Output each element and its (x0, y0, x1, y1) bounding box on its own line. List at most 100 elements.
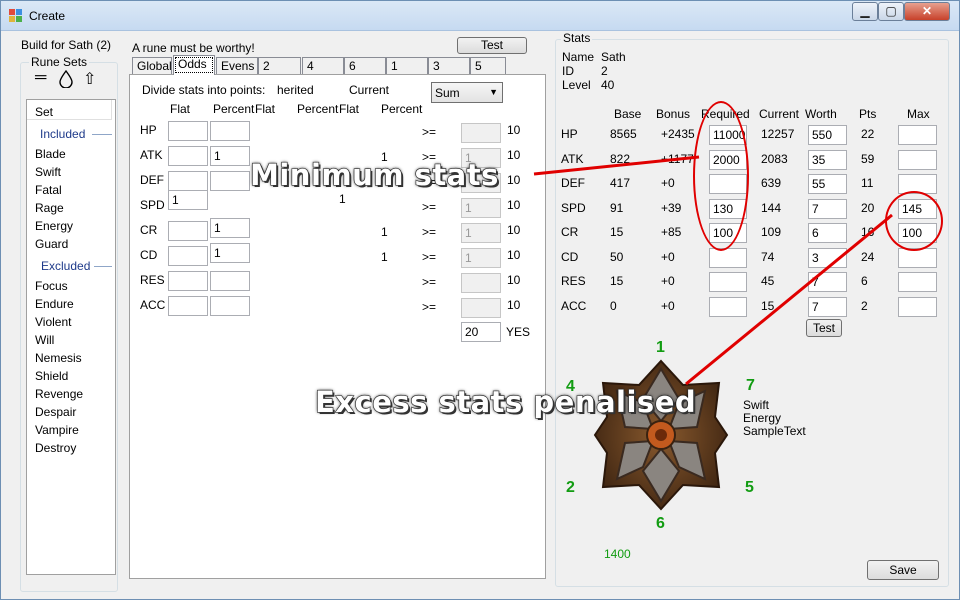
rune-set-item-rage[interactable]: Rage (35, 201, 64, 215)
rune-set-item-violent[interactable]: Violent (35, 315, 71, 329)
bonus-res: +0 (661, 274, 675, 288)
required-highlight (693, 101, 749, 251)
col-percent-1: Percent (213, 102, 255, 116)
flat-input-atk[interactable] (168, 146, 208, 166)
tab-odds[interactable]: Odds (173, 55, 215, 75)
stat-label-atk: ATK (140, 148, 163, 162)
rune-set-item-destroy[interactable]: Destroy (35, 441, 76, 455)
header-bonus: Bonus (656, 107, 691, 121)
bonus-atk: +1177 (661, 151, 694, 166)
rune-set-item-focus[interactable]: Focus (35, 279, 68, 293)
pts-atk: 59 (861, 151, 875, 166)
rune-set-item-endure[interactable]: Endure (35, 297, 74, 311)
rune-set-item-fatal[interactable]: Fatal (35, 183, 62, 197)
operator-hp: >= (422, 125, 437, 139)
worth-input-cd[interactable]: 3 (808, 247, 847, 268)
rune-set-item-swift[interactable]: Swift (35, 165, 61, 179)
col-percent-2: Percent (297, 102, 339, 116)
max-input-acc[interactable] (898, 296, 937, 317)
minimize-button[interactable]: ▁ (852, 2, 878, 21)
tab-global[interactable]: Global (132, 57, 172, 74)
stat-name-atk: ATK (561, 151, 584, 166)
bonus-hp: +2435 (661, 127, 695, 141)
base-cr: 15 (610, 225, 624, 239)
percent-input-def[interactable] (210, 171, 250, 191)
tab-1[interactable]: 1 (386, 57, 428, 74)
rune-set-item-guard[interactable]: Guard (35, 237, 68, 251)
total-points-value: 1400 (604, 547, 631, 561)
worth-input-def[interactable]: 55 (808, 174, 847, 194)
stat-label-cd: CD (140, 248, 158, 262)
flat-input-hp[interactable] (168, 121, 208, 141)
tab-3[interactable]: 3 (428, 57, 470, 74)
stat-name-hp: HP (561, 127, 578, 141)
stat-label-hp: HP (140, 123, 157, 137)
tab-2[interactable]: 2 (258, 57, 301, 74)
base-res: 15 (610, 274, 624, 288)
flat-input-cd[interactable] (168, 246, 208, 266)
rune-set-item-will[interactable]: Will (35, 333, 54, 347)
drop-icon[interactable] (59, 69, 73, 93)
rune-set-item-revenge[interactable]: Revenge (35, 387, 83, 401)
threshold-value-acc: 10 (507, 298, 521, 312)
min-stats-annotation: Minimum stats (249, 157, 499, 192)
percent-input-hp[interactable] (210, 121, 250, 141)
worth-input-acc[interactable]: 7 (808, 296, 847, 317)
threshold-box-acc (461, 298, 501, 318)
percent-input-acc[interactable] (210, 296, 250, 316)
included-divider (92, 134, 112, 135)
stat-name-def: DEF (561, 176, 585, 190)
save-button[interactable]: Save (867, 560, 939, 580)
test-button-top[interactable]: Test (457, 37, 527, 54)
slot-number-5: 5 (745, 479, 754, 496)
threshold-box-spd: 1 (461, 198, 501, 218)
title-bar[interactable]: Create ▁ ▢ ✕ (1, 1, 959, 31)
worth-input-spd[interactable]: 7 (808, 198, 847, 219)
worth-input-cr[interactable]: 6 (808, 223, 847, 243)
tab-5[interactable]: 5 (470, 57, 506, 74)
rune-set-item-blade[interactable]: Blade (35, 147, 66, 161)
flat-input-res[interactable] (168, 271, 208, 291)
tab-evens[interactable]: Evens (216, 57, 258, 74)
rune-set-item-vampire[interactable]: Vampire (35, 423, 79, 437)
tab-6[interactable]: 6 (344, 57, 386, 74)
rune-set-item-shield[interactable]: Shield (35, 369, 68, 383)
rune-set-item-nemesis[interactable]: Nemesis (35, 351, 82, 365)
close-button[interactable]: ✕ (904, 2, 950, 21)
rune-set-item-despair[interactable]: Despair (35, 405, 76, 419)
sum-dropdown[interactable]: Sum ▼ (431, 82, 503, 103)
worth-input-atk[interactable]: 35 (808, 149, 847, 170)
included-header: Included (40, 127, 86, 141)
flat-input-cr[interactable] (168, 221, 208, 241)
flat-input-spd[interactable]: 1 (168, 190, 208, 210)
percent-input-cd[interactable]: 1 (210, 243, 250, 263)
test-button-stats[interactable]: Test (806, 319, 842, 337)
up-arrow-icon[interactable]: ⇧ (83, 69, 96, 89)
rune-set-item-energy[interactable]: Energy (35, 219, 73, 233)
maximize-button[interactable]: ▢ (878, 2, 904, 21)
flat-input-acc[interactable] (168, 296, 208, 316)
max-input-hp[interactable] (898, 125, 937, 145)
threshold-box-cr: 1 (461, 223, 501, 243)
required-input-res[interactable] (709, 272, 747, 292)
percent-input-res[interactable] (210, 271, 250, 291)
max-input-atk[interactable] (898, 149, 937, 170)
stat-label-spd: SPD (140, 198, 165, 212)
worth-input-hp[interactable]: 550 (808, 125, 847, 145)
percent-input-cr[interactable]: 1 (210, 218, 250, 238)
equals-icon[interactable]: ═ (35, 69, 46, 87)
tab-4[interactable]: 4 (302, 57, 344, 74)
excluded-header: Excluded (41, 259, 91, 273)
percent-input-atk[interactable]: 1 (210, 146, 250, 166)
stat-label-res: RES (140, 273, 165, 287)
required-input-cd[interactable] (709, 247, 747, 268)
total-points-box[interactable]: 20 (461, 322, 501, 342)
id-value: 2 (601, 64, 608, 78)
flat-input-def[interactable] (168, 171, 208, 191)
rune-diagram[interactable] (593, 359, 729, 511)
required-input-acc[interactable] (709, 296, 747, 317)
max-input-res[interactable] (898, 272, 937, 292)
worth-input-res[interactable]: 7 (808, 272, 847, 292)
list-header[interactable]: Set (27, 100, 111, 120)
level-value: 40 (601, 78, 615, 92)
